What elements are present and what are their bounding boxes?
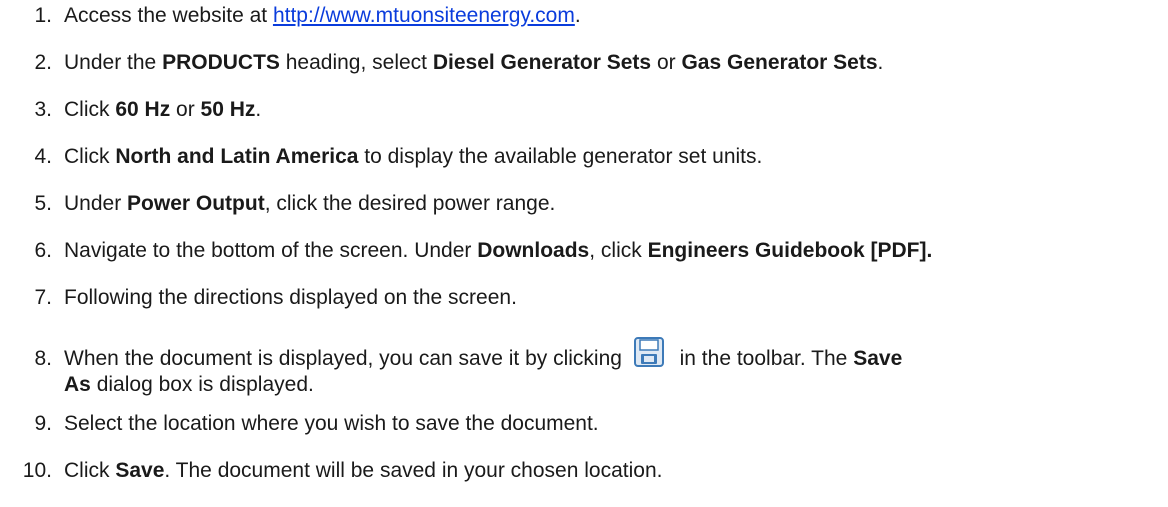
step-text-part: to display the available generator set u…: [358, 145, 763, 168]
step-text: Under the PRODUCTS heading, select Diese…: [52, 50, 883, 76]
save-icon: [633, 337, 664, 367]
step-number: 2.: [34, 51, 52, 74]
step-text: Click Save. The document will be saved i…: [52, 458, 662, 484]
step-text-part: in the toolbar. The: [673, 347, 854, 370]
bold-term: Save: [853, 347, 903, 370]
step-text-part: or: [651, 51, 682, 74]
step-number: 9.: [34, 412, 52, 435]
step-text-part: . The document will be saved in your cho…: [164, 459, 663, 482]
step-text-part: heading, select: [279, 51, 433, 74]
step-text: Following the directions displayed on th…: [52, 285, 517, 311]
step-text-part: Under the: [64, 51, 163, 74]
bold-term: Save: [115, 459, 165, 482]
list-item: 9. Select the location where you wish to…: [0, 411, 599, 437]
step-text-part: .: [877, 51, 884, 74]
step-number: 8.: [34, 347, 52, 370]
step-text-part: Click: [64, 459, 116, 482]
step-text-part: Click: [64, 98, 116, 121]
step-text-part: Under: [64, 192, 128, 215]
bold-term: Power Output: [127, 192, 265, 215]
step-text: Navigate to the bottom of the screen. Un…: [52, 238, 932, 264]
step-number: 5.: [34, 192, 52, 215]
step-text-part: , click: [589, 239, 648, 262]
step-text-part: Following the directions displayed on th…: [64, 286, 517, 309]
step-text-part: .: [255, 98, 262, 121]
bold-term: North and Latin America: [115, 145, 359, 168]
list-item: 8. When the document is displayed, you c…: [0, 337, 902, 398]
step-number: 3.: [34, 98, 52, 121]
bold-term: Gas Generator Sets: [681, 51, 878, 74]
instruction-list: 1. Access the website at http://www.mtuo…: [0, 0, 1168, 507]
step-text-part: When the document is displayed, you can …: [64, 347, 628, 370]
step-text: When the document is displayed, you can …: [52, 337, 902, 372]
step-text-continuation: As dialog box is displayed.: [0, 372, 902, 398]
step-text: Select the location where you wish to sa…: [52, 411, 599, 437]
step-text: Click 60 Hz or 50 Hz.: [52, 97, 261, 123]
bold-term: 60 Hz: [115, 98, 171, 121]
step-text-part: .: [574, 4, 581, 27]
step-text-part: Click: [64, 145, 116, 168]
step-number: 1.: [34, 4, 52, 27]
bold-term: PRODUCTS: [162, 51, 280, 74]
list-item: 2. Under the PRODUCTS heading, select Di…: [0, 50, 883, 76]
step-text-part: Navigate to the bottom of the screen. Un…: [64, 239, 478, 262]
list-item: 4. Click North and Latin America to disp…: [0, 144, 762, 170]
list-item: 5. Under Power Output, click the desired…: [0, 191, 555, 217]
bold-term: 50 Hz: [200, 98, 256, 121]
list-item: 6. Navigate to the bottom of the screen.…: [0, 238, 932, 264]
bold-term: Diesel Generator Sets: [432, 51, 652, 74]
step-number: 7.: [34, 286, 52, 309]
step-text-part: dialog box is displayed.: [90, 373, 314, 396]
bold-term: As: [64, 373, 91, 396]
step-text: Under Power Output, click the desired po…: [52, 191, 555, 217]
website-link[interactable]: http://www.mtuonsiteenergy.com: [273, 4, 575, 27]
step-number: 6.: [34, 239, 52, 262]
step-text: Click North and Latin America to display…: [52, 144, 762, 170]
step-text-part: or: [170, 98, 201, 121]
bold-term: Downloads: [477, 239, 590, 262]
list-item: 10. Click Save. The document will be sav…: [0, 458, 663, 484]
step-text-part: , click the desired power range.: [264, 192, 556, 215]
step-number: 10.: [22, 459, 52, 482]
step-text: Access the website at http://www.mtuonsi…: [52, 3, 581, 29]
list-item: 7. Following the directions displayed on…: [0, 285, 517, 311]
list-item: 3. Click 60 Hz or 50 Hz.: [0, 97, 261, 123]
step-number: 4.: [34, 145, 52, 168]
list-item: 1. Access the website at http://www.mtuo…: [0, 3, 581, 29]
bold-term: Engineers Guidebook [PDF].: [647, 239, 933, 262]
step-text-part: Access the website at: [64, 4, 273, 27]
step-text-part: Select the location where you wish to sa…: [64, 412, 599, 435]
